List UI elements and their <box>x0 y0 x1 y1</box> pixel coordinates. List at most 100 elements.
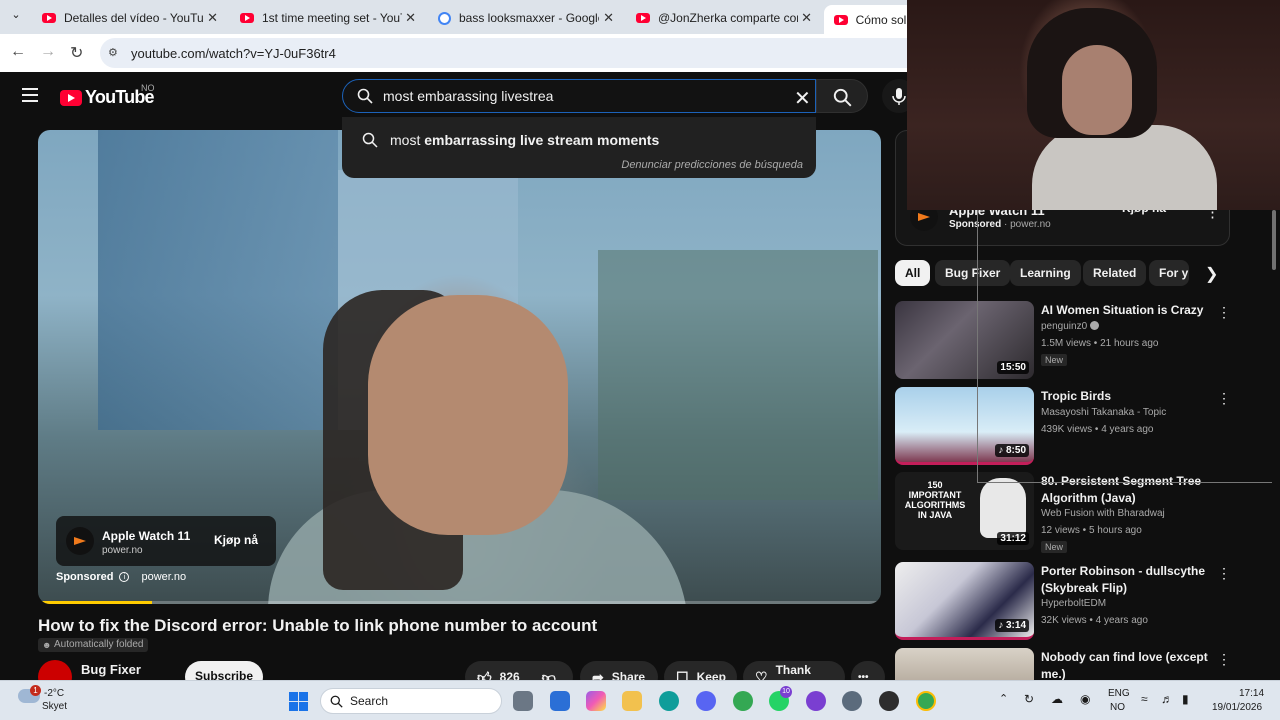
tab-title: Detalles del vídeo - YouTube St <box>64 11 204 25</box>
info-icon[interactable]: i <box>119 572 130 582</box>
close-tab-icon[interactable]: ✕ <box>603 10 614 26</box>
reload-icon[interactable]: ↻ <box>70 43 83 63</box>
rec-meta: 1.5M views • 21 hours ago <box>1041 338 1159 349</box>
video-frame-person <box>368 295 568 535</box>
chrome-active-icon[interactable] <box>916 691 936 711</box>
browser-tab[interactable]: 1st time meeting set - YouTube ✕ <box>230 5 426 31</box>
forward-arrow-icon[interactable]: → <box>40 43 56 61</box>
video-thumbnail[interactable] <box>895 648 1034 680</box>
close-tab-icon[interactable]: ✕ <box>405 10 416 26</box>
tab-search-chevron-icon[interactable]: ⌄ <box>6 8 26 26</box>
tab-title: Cómo soluc <box>855 12 914 27</box>
discord-icon[interactable] <box>696 691 716 711</box>
onedrive-cloud-icon[interactable]: ☁ <box>1051 692 1063 706</box>
weather-temperature[interactable]: -2°C <box>44 688 64 699</box>
more-vert-icon[interactable]: ⋮ <box>1217 651 1231 668</box>
weather-description[interactable]: Skyet <box>42 701 67 712</box>
rec-title[interactable]: Porter Robinson - dullscythe (Skybreak F… <box>1041 563 1211 597</box>
chip-learning[interactable]: Learning <box>1010 260 1081 286</box>
rec-title[interactable]: AI Women Situation is Crazy <box>1041 302 1211 319</box>
youtube-icon <box>42 13 56 23</box>
ad-progress-bar <box>38 601 881 604</box>
recommended-video[interactable]: 150 IMPORTANT ALGORITHMS IN JAVA 31:12 8… <box>895 472 1235 553</box>
notification-badge: 10 <box>780 686 792 698</box>
report-predictions-link[interactable]: Denunciar predicciones de búsqueda <box>621 159 803 171</box>
suggestion-text: most embarrassing live stream moments <box>390 132 660 148</box>
sync-icon[interactable]: ↻ <box>1024 692 1034 706</box>
video-thumbnail[interactable]: 15:50 <box>895 301 1034 379</box>
battery-icon[interactable]: ▮ <box>1182 692 1189 706</box>
region-code: NO <box>141 83 155 93</box>
chip-bug-fixer[interactable]: Bug Fixer <box>935 260 1011 286</box>
browser-tab-active[interactable]: Cómo soluc <box>824 5 914 34</box>
tab-title: 1st time meeting set - YouTube <box>262 11 402 25</box>
volume-icon[interactable]: ♬ <box>1161 692 1173 706</box>
ad-overlay-card[interactable]: Apple Watch 11 power.no Kjøp nå <box>56 516 276 566</box>
copilot-icon[interactable] <box>586 691 606 711</box>
microsoft-store-icon[interactable] <box>550 691 570 711</box>
close-tab-icon[interactable]: ✕ <box>801 10 812 26</box>
video-thumbnail[interactable]: 150 IMPORTANT ALGORITHMS IN JAVA 31:12 <box>895 472 1034 550</box>
rec-channel[interactable]: penguinz0 <box>1041 321 1100 332</box>
youtube-logo[interactable]: YouTube <box>60 87 155 108</box>
more-vert-icon[interactable]: ⋮ <box>1217 390 1231 407</box>
file-explorer-icon[interactable] <box>622 691 642 711</box>
wifi-icon[interactable]: ≈ <box>1141 692 1148 706</box>
site-settings-icon[interactable]: ⚙ <box>108 46 122 60</box>
verified-icon <box>1090 321 1100 330</box>
rec-channel[interactable]: HyperboltEDM <box>1041 598 1106 609</box>
chip-all[interactable]: All <box>895 260 931 286</box>
back-arrow-icon[interactable]: ← <box>10 43 26 61</box>
chip-related[interactable]: Related <box>1083 260 1147 286</box>
recommended-video[interactable]: Nobody can find love (except me.) ⋮ <box>895 648 1235 680</box>
microphone-tray-icon[interactable]: ◉ <box>1080 692 1090 706</box>
recommended-video[interactable]: ♪ 8:50 Tropic Birds Masayoshi Takanaka -… <box>895 387 1235 467</box>
auto-label-badge: Automatically folded <box>38 638 148 652</box>
rec-title[interactable]: Nobody can find love (except me.) <box>1041 649 1211 680</box>
settings-gear-icon[interactable] <box>842 691 862 711</box>
keyboard-layout[interactable]: NO <box>1110 702 1125 713</box>
clock-time[interactable]: 17:14 <box>1239 688 1264 699</box>
search-icon <box>330 695 343 708</box>
ad-cta-button[interactable]: Kjøp nå <box>214 533 258 547</box>
clock-date[interactable]: 19/01/2026 <box>1212 702 1262 713</box>
chrome-icon[interactable] <box>733 691 753 711</box>
rec-channel[interactable]: Web Fusion with Bharadwaj <box>1041 508 1165 519</box>
taskbar-search-box[interactable]: Search <box>320 688 502 714</box>
tray-overflow-chevron-icon[interactable]: ⌃ <box>999 692 1008 705</box>
webcam-person <box>1062 45 1132 135</box>
rec-title[interactable]: 80. Persistent Segment Tree Algorithm (J… <box>1041 473 1211 507</box>
close-tab-icon[interactable]: ✕ <box>207 10 218 26</box>
windows-start-icon[interactable] <box>289 692 308 711</box>
sponsored-domain[interactable]: power.no <box>141 571 186 583</box>
input-language[interactable]: ENG <box>1108 688 1130 699</box>
duration-badge: 15:50 <box>997 361 1029 374</box>
recommended-video[interactable]: 15:50 AI Women Situation is Crazy pengui… <box>895 301 1235 381</box>
video-thumbnail[interactable]: ♪ 3:14 <box>895 562 1034 640</box>
rec-channel[interactable]: Masayoshi Takanaka - Topic <box>1041 407 1166 418</box>
capture-guide-line <box>977 210 978 482</box>
browser-tab[interactable]: bass looksmaxxer - Google Sea ✕ <box>428 5 624 31</box>
steam-icon[interactable] <box>879 691 899 711</box>
search-button[interactable] <box>816 79 868 113</box>
more-vert-icon[interactable]: ⋮ <box>1217 304 1231 321</box>
chevron-right-icon[interactable]: ❯ <box>1205 264 1218 284</box>
suggestion-item[interactable]: most embarrassing live stream moments <box>342 127 816 153</box>
task-view-icon[interactable] <box>513 691 533 711</box>
edge-icon[interactable] <box>659 691 679 711</box>
browser-tab[interactable]: @JonZherka comparte consejo ✕ <box>626 5 822 31</box>
rec-title[interactable]: Tropic Birds <box>1041 388 1211 405</box>
browser-tab[interactable]: Detalles del vídeo - YouTube St ✕ <box>32 5 228 31</box>
search-input[interactable] <box>383 80 783 112</box>
chip-for-you[interactable]: For y <box>1149 260 1189 286</box>
video-player[interactable]: Apple Watch 11 power.no Kjøp nå Sponsore… <box>38 130 881 604</box>
menu-icon[interactable] <box>22 88 38 102</box>
channel-name[interactable]: Bug Fixer <box>81 662 141 677</box>
page-scrollbar[interactable] <box>1270 210 1278 680</box>
more-vert-icon[interactable]: ⋮ <box>1217 565 1231 582</box>
video-thumbnail[interactable]: ♪ 8:50 <box>895 387 1034 465</box>
clear-search-icon[interactable]: ✕ <box>794 86 811 111</box>
chat-app-icon[interactable] <box>806 691 826 711</box>
search-box[interactable]: ✕ <box>342 79 816 113</box>
recommended-video[interactable]: ♪ 3:14 Porter Robinson - dullscythe (Sky… <box>895 562 1235 642</box>
